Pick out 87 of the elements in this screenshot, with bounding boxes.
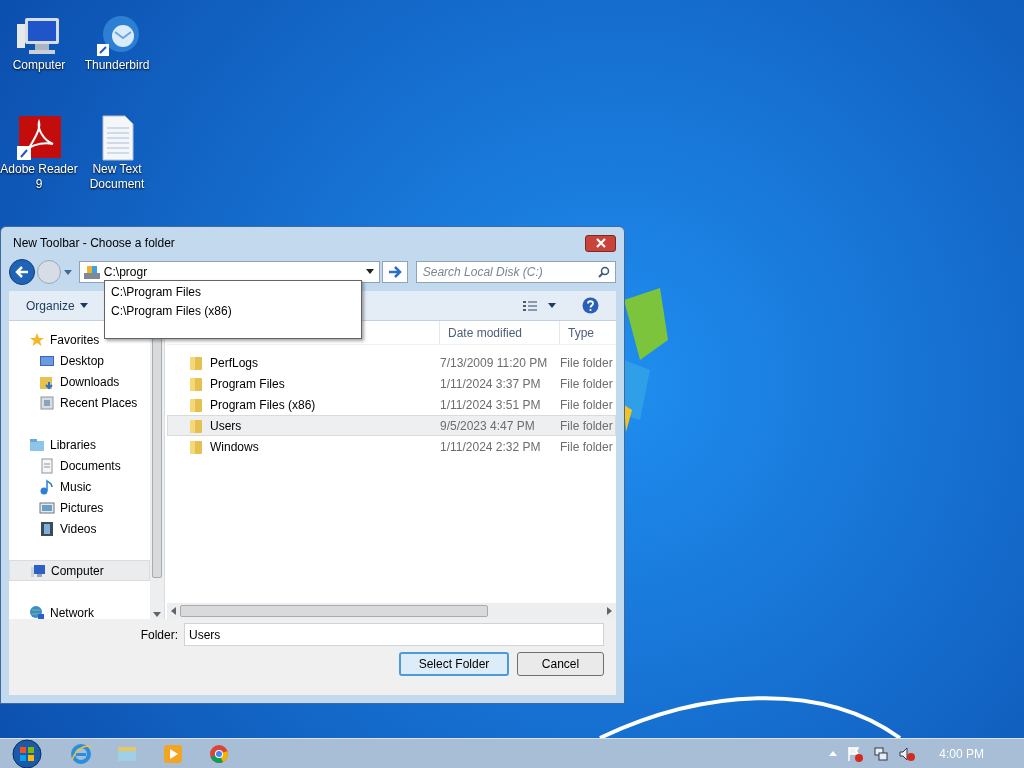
back-arrow-icon [14, 266, 29, 278]
sidebar-item[interactable]: Desktop [9, 350, 150, 371]
column-header[interactable]: Date modified [439, 321, 559, 344]
star-icon [29, 331, 45, 348]
sidebar-item[interactable]: Documents [9, 455, 150, 476]
view-options-button[interactable] [522, 299, 556, 312]
type-cell-text: File folder [560, 438, 613, 456]
flag-error-icon[interactable] [847, 745, 864, 762]
windows-orb-icon [12, 738, 42, 768]
suggestion-item[interactable]: C:\Program Files (x86) [105, 301, 361, 320]
sidebar-item[interactable]: Videos [9, 518, 150, 539]
cancel-button[interactable]: Cancel [517, 652, 604, 676]
type-cell-text: File folder [560, 396, 613, 414]
file-name: Windows [210, 438, 259, 456]
folder-icon [188, 417, 204, 434]
drive-icon [82, 264, 101, 280]
search-field[interactable]: Search Local Disk (C:) [415, 261, 616, 283]
organize-button[interactable]: Organize [26, 296, 88, 315]
sidebar-item[interactable]: Computer [9, 560, 150, 581]
folder-icon [188, 438, 204, 455]
recent-places-icon [39, 394, 55, 411]
date-cell-text: 7/13/2009 11:20 PM [440, 354, 549, 372]
speaker-muted-icon[interactable] [899, 745, 916, 762]
scroll-down-arrow-icon[interactable] [153, 612, 161, 617]
sidebar-item[interactable]: Libraries [9, 434, 150, 455]
date-cell-text: 9/5/2023 4:47 PM [440, 417, 536, 435]
caret-icon [548, 303, 556, 308]
horizontal-scrollbar[interactable] [167, 603, 616, 619]
sidebar-item[interactable]: Music [9, 476, 150, 497]
type-cell-text: File folder [560, 375, 613, 393]
arrow-right-icon [387, 266, 402, 278]
document-icon [39, 457, 55, 474]
sidebar-item[interactable]: Pictures [9, 497, 150, 518]
dropdown-arrow-icon[interactable] [364, 269, 375, 275]
desktop-icon-label[interactable]: New Text Document [78, 162, 156, 192]
picture-icon [39, 499, 55, 516]
globe-icon [29, 604, 45, 621]
date-cell-text: 1/11/2024 3:37 PM [440, 375, 542, 393]
search-icon [598, 266, 610, 278]
type-cell-text: File folder [560, 354, 613, 372]
window-title: New Toolbar - Choose a folder [13, 235, 175, 252]
suggestion-item[interactable]: C:\Program Files [105, 282, 361, 301]
caret-icon[interactable] [62, 268, 73, 276]
sidebar-item[interactable]: Recent Places [9, 392, 150, 413]
folder-field[interactable]: Users [184, 623, 604, 646]
help-icon[interactable] [582, 297, 599, 314]
list-view-icon [522, 299, 538, 312]
film-icon [39, 520, 55, 537]
pdf-icon [15, 114, 63, 162]
folder-icon [188, 354, 204, 371]
file-row[interactable]: Users 9/5/2023 4:47 PM File folder [167, 415, 616, 436]
column-header[interactable]: Type [559, 321, 616, 344]
folder-label: Folder: [140, 626, 178, 644]
file-name: Users [210, 417, 242, 435]
file-name: Program Files (x86) [210, 396, 316, 414]
file-name: Program Files [210, 375, 285, 393]
scroll-left-arrow-icon[interactable] [171, 607, 176, 615]
date-cell-text: 1/11/2024 3:51 PM [440, 396, 542, 414]
network-error-icon[interactable] [873, 745, 890, 762]
scroll-right-arrow-icon[interactable] [607, 607, 612, 615]
address-text: C:\progr [103, 264, 149, 281]
desktop-icon-label[interactable]: Thunderbird [84, 58, 150, 73]
desktop-icon-label[interactable]: Adobe Reader 9 [0, 162, 78, 192]
sidebar-item[interactable]: Downloads [9, 371, 150, 392]
back-button[interactable] [9, 259, 35, 285]
library-icon [29, 436, 45, 453]
file-row[interactable]: Windows 1/11/2024 2:32 PM File folder [167, 436, 616, 457]
desktop-icon-label[interactable]: Computer [12, 58, 66, 73]
browser-e-icon [69, 741, 93, 766]
caret-icon [79, 303, 88, 308]
music-note-icon [39, 478, 55, 495]
folder-icon [188, 396, 204, 413]
go-button[interactable] [381, 261, 408, 283]
type-cell-text: File folder [560, 417, 613, 435]
computer-icon [30, 562, 46, 579]
folder-icon [188, 375, 204, 392]
select-folder-button[interactable]: Select Folder [399, 652, 509, 676]
address-field[interactable]: C:\progr [78, 261, 380, 283]
date-cell-text: 1/11/2024 2:32 PM [440, 438, 542, 456]
file-name: PerfLogs [210, 354, 259, 372]
close-icon [595, 238, 606, 248]
sidebar-item[interactable]: Favorites [9, 329, 150, 350]
close-button[interactable] [585, 234, 616, 252]
file-row[interactable]: PerfLogs 7/13/2009 11:20 PM File folder [167, 352, 616, 373]
file-row[interactable]: Program Files (x86) 1/11/2024 3:51 PM File folder [167, 394, 616, 415]
sidebar-item[interactable]: Network [9, 602, 150, 623]
file-row[interactable]: Program Files 1/11/2024 3:37 PM File folder [167, 373, 616, 394]
